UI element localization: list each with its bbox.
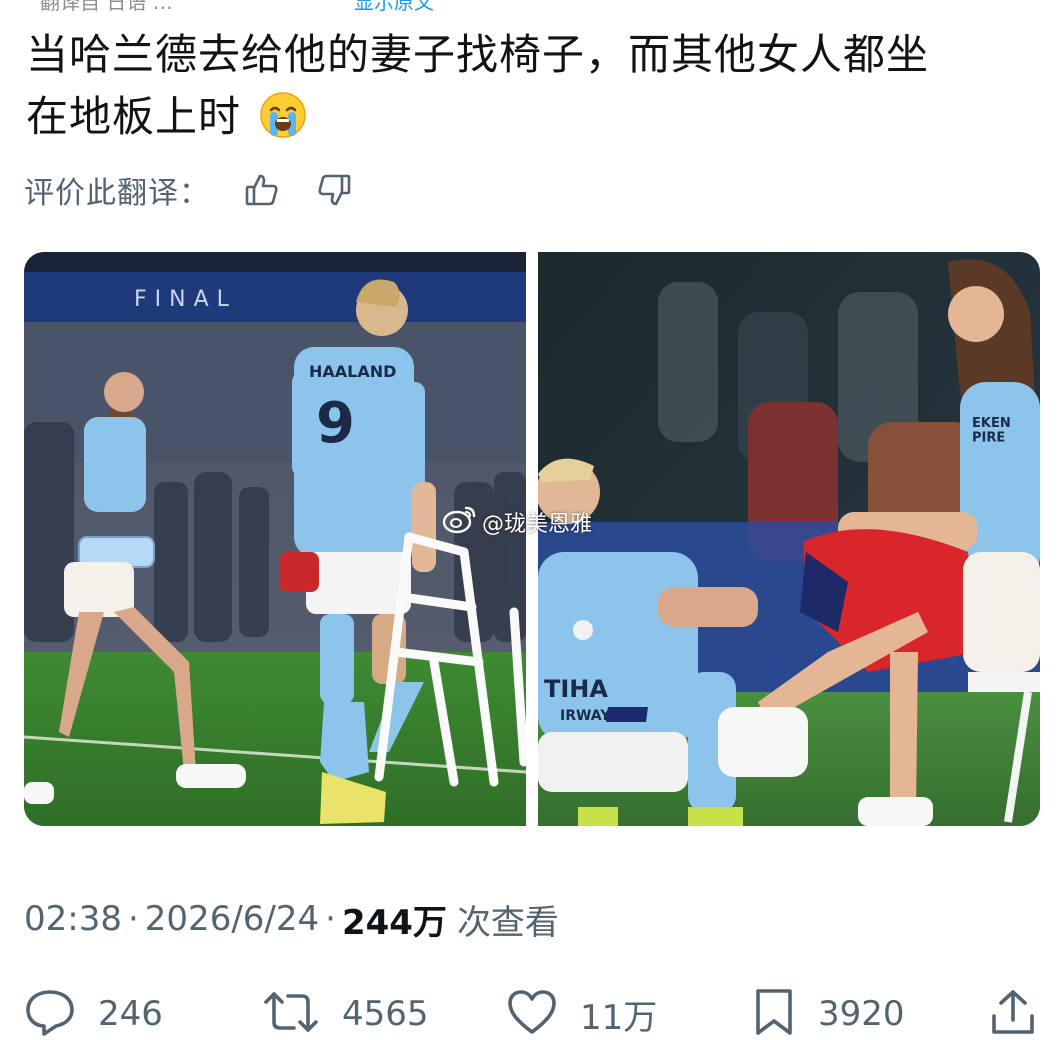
thumbs-up-icon[interactable]	[242, 170, 282, 210]
retweet-icon	[262, 988, 320, 1040]
retweet-count: 4565	[342, 994, 429, 1034]
bookmark-count: 3920	[818, 994, 905, 1034]
views-count: 244万	[341, 902, 447, 943]
jersey-sponsor: TIHA	[544, 675, 608, 703]
shirt-text: EKEN PIRE	[972, 416, 1011, 445]
reply-button[interactable]: 246	[24, 988, 163, 1040]
bookmark-icon	[752, 987, 796, 1040]
share-icon	[990, 988, 1036, 1040]
tweet-meta: 02:38 · 2026/6/24 · 244万 次查看	[24, 896, 559, 943]
action-bar: 246 4565 11万 3920	[0, 988, 1064, 1040]
like-count: 11万	[580, 997, 658, 1038]
loudly-crying-face-icon	[259, 91, 307, 139]
banner-text: FINAL	[134, 287, 237, 312]
cut-off-link: 显示原文	[354, 0, 434, 14]
meta-separator-2: ·	[325, 899, 336, 939]
views-label: 次查看	[456, 902, 559, 943]
thumbs-down-icon[interactable]	[314, 170, 354, 210]
reply-icon	[24, 988, 76, 1040]
photo-right[interactable]: TIHA IRWAYS EKEN PIRE	[538, 252, 1040, 826]
like-button[interactable]: 11万	[506, 988, 657, 1040]
tweet-text: 当哈兰德去给他的妻子找椅子，而其他女人都坐 在地板上时	[26, 24, 1036, 148]
retweet-button[interactable]: 4565	[262, 988, 429, 1040]
tweet-text-line2: 在地板上时	[26, 92, 242, 141]
tweet-text-line1: 当哈兰德去给他的妻子找椅子，而其他女人都坐	[26, 30, 930, 79]
heart-icon	[506, 988, 558, 1040]
share-button[interactable]	[990, 988, 1036, 1040]
jersey-name: HAALAND	[309, 362, 396, 381]
rate-translation-row: 评价此翻译：	[24, 168, 354, 212]
watermark-text: @珑美恩雅	[482, 512, 593, 537]
tweet-date[interactable]: 2026/6/24	[145, 899, 319, 939]
watermark: @珑美恩雅	[442, 504, 593, 540]
rate-translation-label: 评价此翻译：	[24, 176, 210, 211]
cut-off-text: 翻译自 日语 …	[40, 0, 173, 14]
bookmark-button[interactable]: 3920	[752, 988, 905, 1040]
weibo-logo-icon	[442, 504, 478, 540]
tweet-time[interactable]: 02:38	[24, 899, 122, 939]
meta-separator: ·	[127, 899, 139, 939]
cut-off-header: 翻译自 日语 … 显示原文	[0, 0, 1064, 14]
jersey-number: 9	[316, 391, 355, 456]
reply-count: 246	[98, 994, 163, 1034]
